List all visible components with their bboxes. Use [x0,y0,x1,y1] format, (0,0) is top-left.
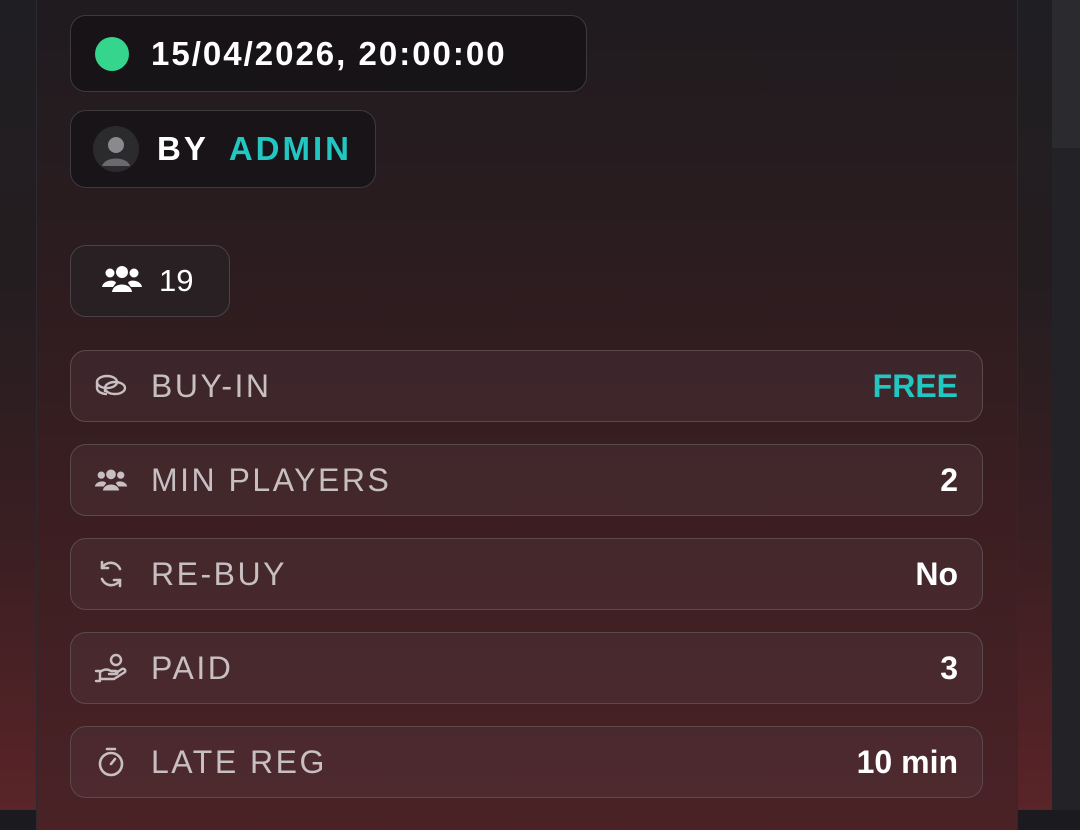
users-icon [101,262,143,301]
by-label: BY [157,130,209,167]
detail-row-buy-in: BUY-IN FREE [70,350,983,422]
hand-coin-icon [93,650,129,686]
avatar-icon [93,126,139,172]
start-datetime: 15/04/2026, 20:00:00 [151,34,507,72]
detail-row-late-reg: LATE REG 10 min [70,726,983,798]
detail-value: 3 [940,649,958,686]
players-count: 19 [159,263,194,298]
detail-value: 10 min [856,743,958,780]
status-dot-icon [95,36,129,71]
detail-label: MIN PLAYERS [151,461,392,498]
author-badge[interactable]: BY ADMIN [70,110,376,188]
detail-label: PAID [151,649,234,686]
detail-label: RE-BUY [151,555,287,592]
scrollbar-thumb[interactable] [1052,0,1080,148]
coins-icon [93,368,129,404]
detail-row-paid: PAID 3 [70,632,983,704]
registered-players-badge: 19 [70,245,230,317]
start-time-badge: 15/04/2026, 20:00:00 [70,15,587,92]
detail-value: No [915,555,958,592]
detail-row-min-players: MIN PLAYERS 2 [70,444,983,516]
detail-value: 2 [940,461,958,498]
users-icon [93,462,129,498]
timer-icon [93,744,129,780]
refresh-icon [93,556,129,592]
detail-label: BUY-IN [151,367,272,404]
detail-value: FREE [872,367,958,404]
author-name-link[interactable]: ADMIN [229,130,352,168]
detail-label: LATE REG [151,743,327,780]
detail-row-re-buy: RE-BUY No [70,538,983,610]
